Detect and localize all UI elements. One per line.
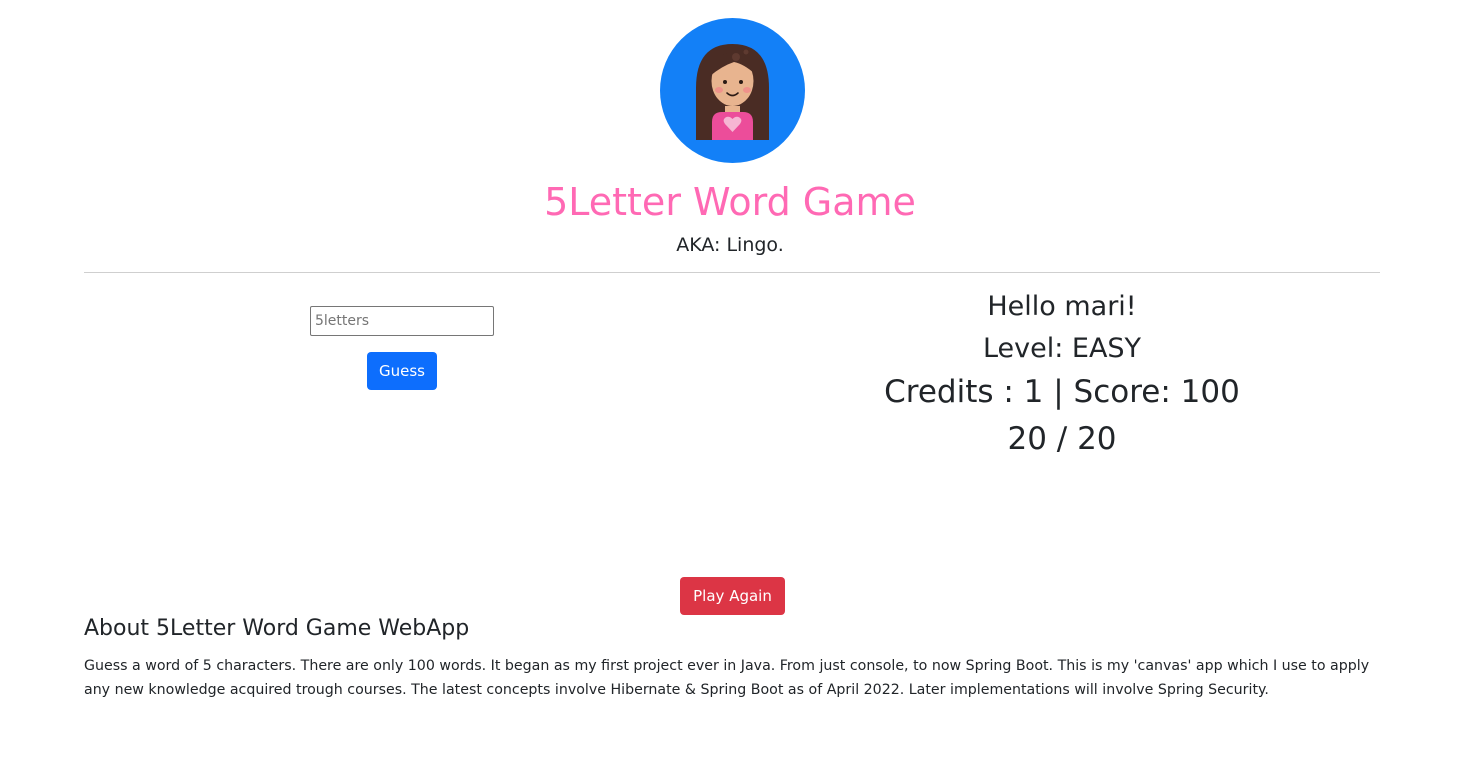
credits-score-text: Credits : 1 | Score: 100: [884, 374, 1240, 410]
play-again-button[interactable]: Play Again: [680, 577, 785, 615]
header-divider: [84, 272, 1380, 273]
level-text: Level: EASY: [982, 333, 1142, 364]
girl-avatar-icon: [660, 18, 805, 163]
page-subtitle: AKA: Lingo.: [676, 234, 784, 256]
page-title: 5Letter Word Game: [544, 180, 916, 224]
about-text: Guess a word of 5 characters. There are …: [84, 658, 1370, 698]
guess-input[interactable]: [310, 306, 494, 336]
greeting-text: Hello mari!: [987, 291, 1137, 322]
about-heading: About 5Letter Word Game WebApp: [84, 616, 470, 641]
progress-text: 20 / 20: [1007, 421, 1117, 457]
guess-button[interactable]: Guess: [367, 352, 437, 390]
